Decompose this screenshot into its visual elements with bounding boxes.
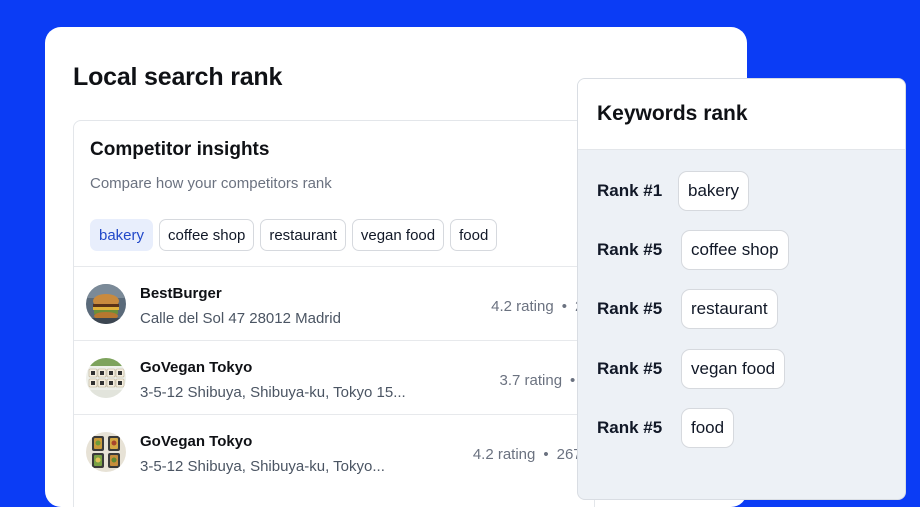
keyword-chip[interactable]: coffee shop bbox=[681, 230, 789, 270]
chip-vegan-food[interactable]: vegan food bbox=[351, 219, 445, 251]
keywords-rank-card: Keywords rank Rank #1 bakery Rank #5 cof… bbox=[577, 78, 906, 500]
keywords-rank-title: Keywords rank bbox=[597, 102, 748, 125]
word-tiles-photo-icon bbox=[86, 358, 126, 398]
competitor-insights-title: Competitor insights bbox=[90, 139, 270, 160]
food-bowls-photo-icon bbox=[86, 432, 126, 472]
competitor-name: BestBurger bbox=[140, 285, 222, 302]
competitor-address: 3-5-12 Shibuya, Shibuya-ku, Tokyo... bbox=[140, 458, 385, 475]
separator-dot: • bbox=[561, 298, 567, 315]
page-title: Local search rank bbox=[73, 63, 283, 91]
keyword-chip[interactable]: food bbox=[681, 408, 735, 448]
competitor-rating: 4.2 rating bbox=[491, 298, 554, 315]
competitor-rating: 4.2 rating bbox=[472, 446, 536, 463]
separator-dot: • bbox=[570, 372, 576, 389]
keywords-rank-header: Keywords rank bbox=[578, 79, 905, 150]
competitor-name: GoVegan Tokyo bbox=[140, 433, 253, 450]
separator-dot: • bbox=[543, 446, 549, 463]
chip-coffee-shop[interactable]: coffee shop bbox=[159, 219, 255, 251]
keyword-rank-label: Rank #5 bbox=[597, 418, 663, 437]
burger-photo-icon bbox=[86, 284, 126, 324]
competitor-address: Calle del Sol 47 28012 Madrid bbox=[140, 310, 341, 327]
competitor-rating: 3.7 rating bbox=[499, 372, 563, 389]
competitor-stats: 4.2 rating • 2678 bbox=[473, 446, 590, 463]
competitor-row[interactable]: GoVegan Tokyo 3-5-12 Shibuya, Shibuya-ku… bbox=[74, 414, 594, 488]
keyword-rank-row: Rank #1 bakery bbox=[597, 171, 897, 211]
chip-bakery[interactable]: bakery bbox=[90, 219, 154, 251]
competitor-name: GoVegan Tokyo bbox=[140, 359, 253, 376]
chip-food[interactable]: food bbox=[450, 219, 498, 251]
keyword-rank-row: Rank #5 food bbox=[597, 408, 897, 448]
keyword-chip[interactable]: vegan food bbox=[681, 349, 786, 389]
competitor-insights-panel: Competitor insights Compare how your com… bbox=[73, 120, 595, 507]
keyword-chip[interactable]: bakery bbox=[678, 171, 750, 211]
keyword-rank-row: Rank #5 coffee shop bbox=[597, 230, 897, 270]
competitor-list: BestBurger Calle del Sol 47 28012 Madrid… bbox=[74, 266, 594, 488]
chip-restaurant[interactable]: restaurant bbox=[260, 219, 346, 251]
keyword-rank-row: Rank #5 restaurant bbox=[597, 289, 897, 329]
competitor-address: 3-5-12 Shibuya, Shibuya-ku, Tokyo 15... bbox=[140, 384, 406, 401]
keyword-rank-label: Rank #5 bbox=[597, 359, 663, 378]
competitor-row[interactable]: BestBurger Calle del Sol 47 28012 Madrid… bbox=[74, 266, 594, 340]
keyword-chip[interactable]: restaurant bbox=[681, 289, 778, 329]
keyword-filter-chips: bakery coffee shop restaurant vegan food… bbox=[90, 219, 498, 251]
keyword-rank-label: Rank #5 bbox=[597, 240, 663, 259]
competitor-insights-subtitle: Compare how your competitors rank bbox=[90, 175, 332, 192]
competitor-row[interactable]: GoVegan Tokyo 3-5-12 Shibuya, Shibuya-ku… bbox=[74, 340, 594, 414]
keyword-rank-label: Rank #1 bbox=[597, 181, 663, 200]
keyword-rank-row: Rank #5 vegan food bbox=[597, 349, 897, 389]
keyword-rank-label: Rank #5 bbox=[597, 299, 663, 318]
